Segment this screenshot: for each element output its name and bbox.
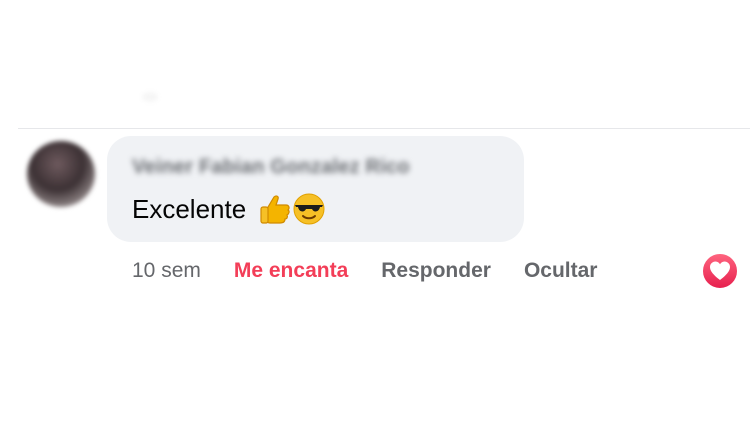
comment-text: Excelente [132, 193, 247, 224]
comment-actions: 10 sem Me encanta Responder Ocultar [132, 258, 630, 284]
comment-thread: Veiner Fabian Gonzalez Rico Excelente 10… [0, 0, 750, 422]
sunglasses-emoji-icon [293, 193, 325, 225]
comment-author[interactable]: Veiner Fabian Gonzalez Rico [132, 156, 410, 179]
heart-reaction-icon[interactable] [700, 251, 740, 291]
comment-bubble: Veiner Fabian Gonzalez Rico Excelente [107, 136, 524, 242]
avatar[interactable] [27, 141, 95, 207]
reaction-button[interactable]: Me encanta [234, 259, 348, 283]
comment-body: Excelente [132, 193, 326, 225]
faded-icon [142, 92, 158, 102]
comment-timestamp[interactable]: 10 sem [132, 259, 201, 283]
hide-button[interactable]: Ocultar [524, 259, 598, 283]
divider [18, 128, 750, 129]
reply-button[interactable]: Responder [381, 259, 491, 283]
thumbs-up-icon [260, 195, 290, 224]
